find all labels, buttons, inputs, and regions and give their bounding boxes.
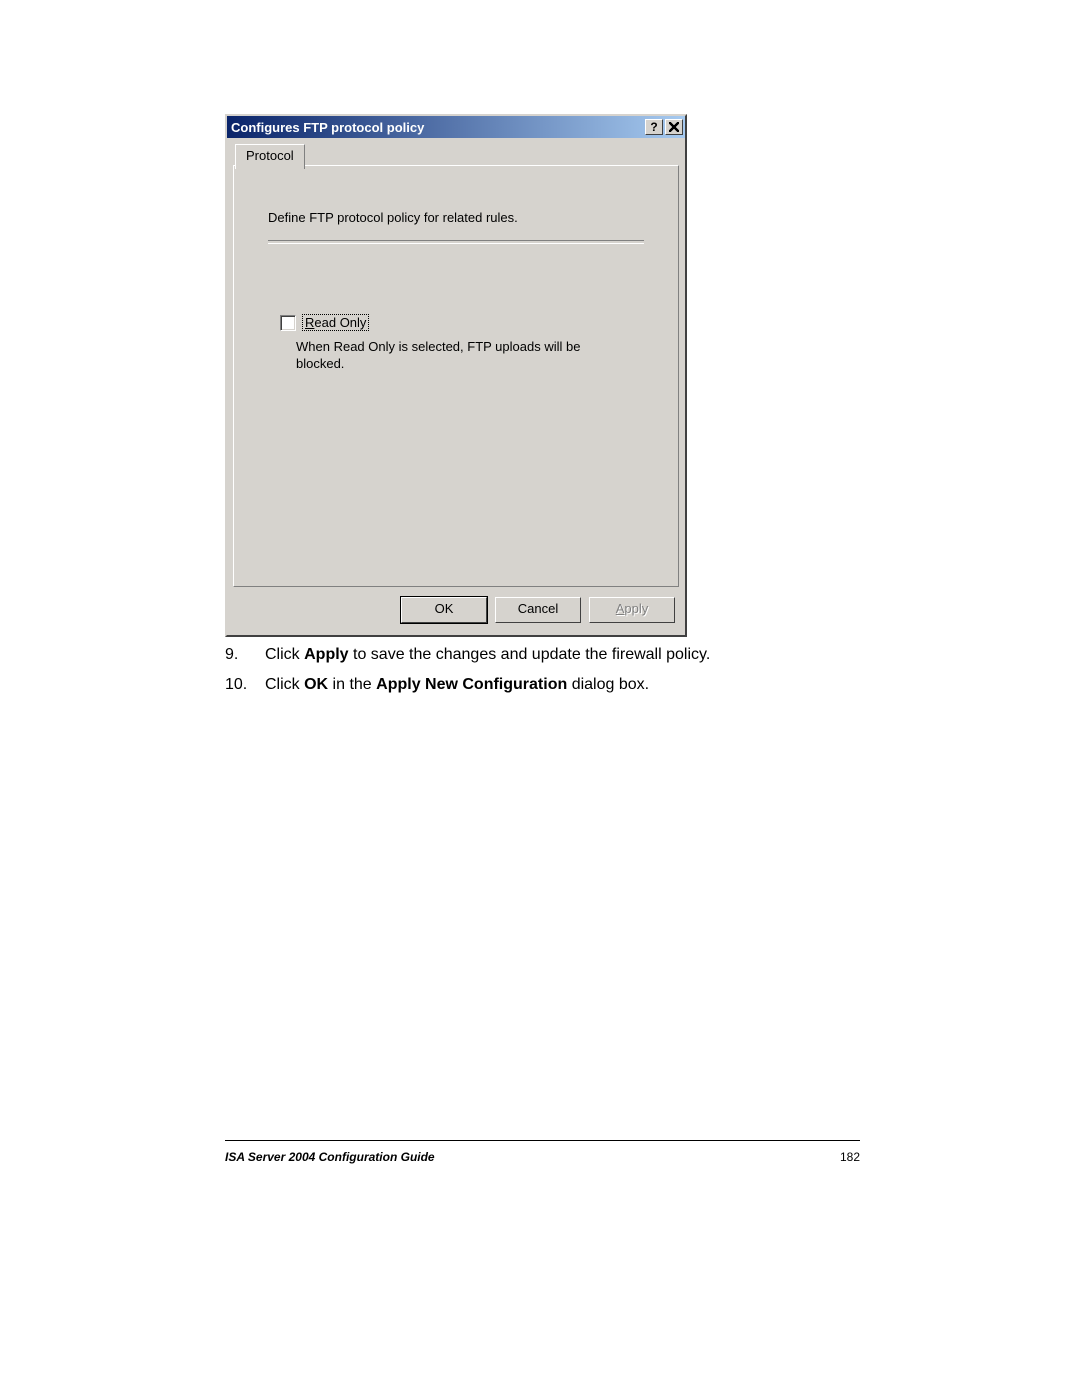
readonly-label[interactable]: Read Only (302, 314, 369, 331)
tab-panel: Define FTP protocol policy for related r… (233, 165, 679, 587)
footer-page-number: 182 (840, 1150, 860, 1164)
readonly-row: Read Only (280, 314, 369, 331)
cancel-button[interactable]: Cancel (495, 597, 581, 623)
dialog-description: Define FTP protocol policy for related r… (268, 210, 518, 225)
client-area: Protocol Define FTP protocol policy for … (227, 138, 685, 635)
dialog-window: Configures FTP protocol policy ? Protoco… (225, 114, 687, 637)
tabstrip: Protocol (233, 144, 679, 166)
footer-title: ISA Server 2004 Configuration Guide (225, 1150, 435, 1164)
help-button[interactable]: ? (645, 119, 663, 135)
titlebar: Configures FTP protocol policy ? (227, 116, 685, 138)
apply-button: Apply (589, 597, 675, 623)
step-10-number: 10. (225, 674, 265, 696)
step-10: 10.Click OK in the Apply New Configurati… (225, 674, 865, 696)
separator (268, 240, 644, 244)
step-9: 9.Click Apply to save the changes and up… (225, 644, 865, 666)
window-title: Configures FTP protocol policy (231, 120, 643, 135)
readonly-help-text: When Read Only is selected, FTP uploads … (296, 338, 616, 372)
tab-protocol[interactable]: Protocol (235, 144, 305, 169)
step-9-number: 9. (225, 644, 265, 666)
close-button[interactable] (665, 119, 683, 135)
button-bar: OK Cancel Apply (233, 587, 679, 627)
readonly-checkbox[interactable] (280, 315, 296, 331)
ok-button[interactable]: OK (401, 597, 487, 623)
footer-rule (225, 1140, 860, 1141)
